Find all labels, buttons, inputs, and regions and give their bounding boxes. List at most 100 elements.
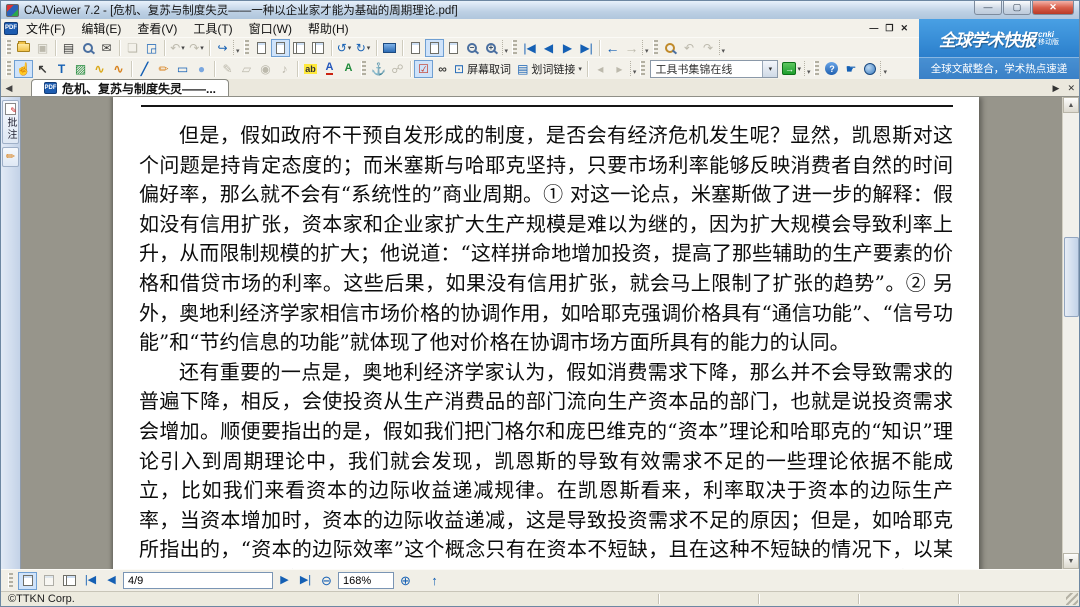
close-button[interactable]: ✕ bbox=[1032, 1, 1074, 15]
scroll-up-arrow[interactable]: ▲ bbox=[1063, 97, 1079, 113]
ellipse-tool-button[interactable]: ● bbox=[192, 60, 211, 78]
redo-button[interactable]: ↷ ▾ bbox=[187, 39, 206, 57]
annotation-panel-tab[interactable]: 批注 bbox=[2, 100, 19, 144]
menu-edit[interactable]: 编辑(E) bbox=[73, 19, 129, 38]
view-mode-2-button[interactable] bbox=[39, 572, 58, 590]
zoom-in-button[interactable]: ⊕ bbox=[396, 572, 415, 590]
combobox-dropdown-button[interactable]: ▾ bbox=[762, 60, 778, 77]
tab-scroll-right-button[interactable]: ▶ bbox=[1053, 83, 1060, 94]
toolbar-grip[interactable] bbox=[6, 40, 11, 55]
sound-note-button[interactable]: ♪ bbox=[275, 60, 294, 78]
scroll-down-arrow[interactable]: ▼ bbox=[1063, 553, 1079, 569]
fit-width-button[interactable] bbox=[406, 39, 425, 57]
mdi-minimize-button[interactable]: — bbox=[869, 23, 878, 34]
view-mode-1-button[interactable] bbox=[18, 571, 37, 590]
text-color-button[interactable]: A bbox=[320, 60, 339, 78]
history-undo-button[interactable]: ↶ bbox=[680, 39, 699, 57]
view-back-button[interactable]: ← bbox=[603, 39, 622, 57]
toolbar-grip[interactable] bbox=[243, 40, 249, 55]
print-button[interactable]: ▤ bbox=[59, 39, 78, 57]
screen-capture-button[interactable]: ⊡ 屏幕取词 bbox=[452, 60, 515, 78]
reading-glasses-button[interactable]: ∞ bbox=[433, 60, 452, 78]
menu-help[interactable]: 帮助(H) bbox=[300, 19, 357, 38]
prev-result-button[interactable]: ◂ bbox=[591, 60, 610, 78]
annotation-pencil-button[interactable]: ✏ bbox=[2, 147, 19, 167]
first-page-button[interactable]: |◀ bbox=[520, 39, 539, 57]
print-preview-button[interactable] bbox=[78, 39, 97, 57]
fullscreen-button[interactable] bbox=[380, 39, 399, 57]
copy-button[interactable]: ❏ bbox=[123, 39, 142, 57]
search-button[interactable] bbox=[661, 39, 680, 57]
view-mode-3-button[interactable] bbox=[60, 572, 79, 590]
text-select-button[interactable]: T bbox=[52, 60, 71, 78]
scroll-to-top-button[interactable]: ↑ bbox=[425, 572, 444, 590]
toolbar-grip[interactable] bbox=[8, 573, 13, 588]
cnki-banner[interactable]: 全球学术快报 cnki 移动版 全球文献整合，学术热点速递 bbox=[919, 19, 1079, 79]
book-view-button[interactable] bbox=[309, 39, 328, 57]
facing-pages-button[interactable] bbox=[290, 39, 309, 57]
resize-grip[interactable] bbox=[1066, 593, 1078, 605]
next-page-button[interactable]: ▶ bbox=[558, 39, 577, 57]
link-button[interactable]: ☍ bbox=[388, 60, 407, 78]
toolbar-grip[interactable] bbox=[512, 40, 518, 55]
toolbar-overflow-button[interactable]: ▾ bbox=[803, 61, 810, 76]
rotate-left-button[interactable]: ↺ ▾ bbox=[335, 39, 354, 57]
edit-annotation-button[interactable]: ✎ bbox=[218, 60, 237, 78]
toolbar-overflow-button[interactable]: ▾ bbox=[233, 40, 240, 55]
next-page-button[interactable]: ▶ bbox=[275, 572, 294, 590]
shape-annotation-button[interactable]: ▱ bbox=[237, 60, 256, 78]
toolbar-grip[interactable] bbox=[6, 61, 11, 76]
curve-tool-button[interactable]: ∿ bbox=[90, 60, 109, 78]
toolbar-grip[interactable] bbox=[640, 61, 646, 76]
maximize-button[interactable]: ▢ bbox=[1003, 1, 1031, 15]
pdf-page[interactable]: 但是，假如政府不干预自发形成的制度，是否会有经济危机发生呢？显然，凯恩斯对这个问… bbox=[113, 97, 979, 569]
open-button[interactable] bbox=[14, 39, 33, 57]
export-button[interactable]: ↪ bbox=[213, 39, 232, 57]
undo-button[interactable]: ↶ ▾ bbox=[168, 39, 187, 57]
first-page-button[interactable]: |◀ bbox=[81, 572, 100, 590]
next-result-button[interactable]: ▸ bbox=[610, 60, 629, 78]
stamp-button[interactable]: ◉ bbox=[256, 60, 275, 78]
rotate-right-button[interactable]: ↻ ▾ bbox=[354, 39, 373, 57]
pencil-tool-button[interactable]: ✏ bbox=[154, 60, 173, 78]
zoom-level-input[interactable] bbox=[338, 572, 394, 589]
hand-tool-button[interactable]: ☝ bbox=[14, 59, 33, 78]
help-button[interactable]: ? bbox=[822, 60, 841, 78]
highlight-button[interactable]: ab bbox=[301, 60, 320, 78]
swoosh-tool-button[interactable]: ∿ bbox=[109, 60, 128, 78]
single-page-button[interactable] bbox=[252, 39, 271, 57]
reference-combobox[interactable]: 工具书集锦在线 ▾ bbox=[650, 59, 779, 78]
toolbar-overflow-button[interactable]: ▾ bbox=[880, 61, 887, 76]
mdi-restore-button[interactable]: ❐ bbox=[885, 23, 893, 34]
continuous-page-button[interactable] bbox=[270, 38, 290, 57]
snapshot-button[interactable]: ◲ bbox=[142, 39, 161, 57]
view-forward-button[interactable]: → bbox=[622, 39, 641, 57]
select-tool-button[interactable]: ↖ bbox=[33, 60, 52, 78]
toolbar-overflow-button[interactable]: ▾ bbox=[501, 40, 508, 55]
go-button[interactable]: → ▾ bbox=[780, 60, 803, 78]
document-tab[interactable]: PDF 危机、复苏与制度失灵——... bbox=[31, 79, 230, 96]
fit-page-button[interactable] bbox=[424, 38, 444, 57]
scrollbar-thumb[interactable] bbox=[1064, 237, 1079, 317]
context-help-button[interactable]: ☛ bbox=[841, 60, 860, 78]
word-link-button[interactable]: ▤ 划词链接 ▾ bbox=[515, 60, 584, 78]
menu-file[interactable]: 文件(F) bbox=[18, 19, 73, 38]
vertical-scrollbar[interactable]: ▲ ▼ bbox=[1062, 97, 1079, 569]
anchor-button[interactable]: ⚓ bbox=[369, 60, 388, 78]
toolbar-grip[interactable] bbox=[652, 40, 658, 55]
menu-view[interactable]: 查看(V) bbox=[129, 19, 185, 38]
line-tool-button[interactable]: ╱ bbox=[135, 60, 154, 78]
actual-size-button[interactable] bbox=[444, 39, 463, 57]
zoom-out-tool-button[interactable]: − bbox=[463, 39, 482, 57]
save-button[interactable]: ▣ bbox=[33, 39, 52, 57]
image-select-button[interactable]: ▨ bbox=[71, 60, 90, 78]
toolbar-overflow-button[interactable]: ▾ bbox=[718, 40, 725, 55]
toolbar-grip[interactable] bbox=[814, 61, 820, 76]
rectangle-tool-button[interactable]: ▭ bbox=[173, 60, 192, 78]
zoom-out-button[interactable]: ⊖ bbox=[317, 572, 336, 590]
last-page-button[interactable]: ▶| bbox=[296, 572, 315, 590]
menu-window[interactable]: 窗口(W) bbox=[241, 19, 300, 38]
tab-scroll-left-button[interactable]: ◀ bbox=[1, 80, 17, 96]
previous-page-button[interactable]: ◀ bbox=[102, 572, 121, 590]
last-page-button[interactable]: ▶| bbox=[577, 39, 596, 57]
